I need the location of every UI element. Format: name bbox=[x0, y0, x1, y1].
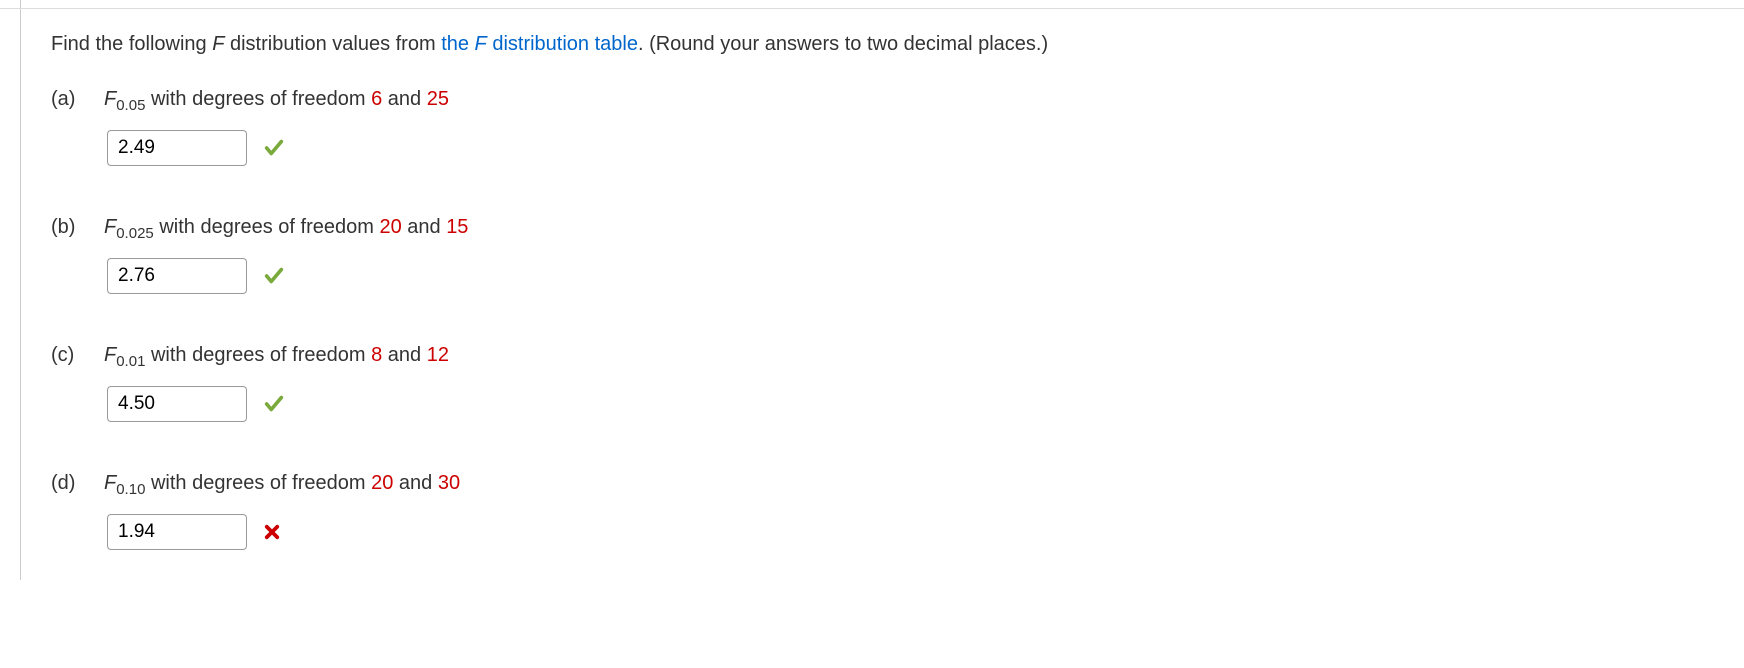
dof-text: with degrees of freedom bbox=[145, 344, 371, 366]
question-a: (a) F0.05 with degrees of freedom 6 and … bbox=[51, 88, 1744, 166]
answer-input-a[interactable] bbox=[107, 130, 247, 166]
f-subscript: 0.025 bbox=[116, 225, 154, 242]
f-subscript: 0.10 bbox=[116, 481, 145, 498]
question-b-prompt: (b) F0.025 with degrees of freedom 20 an… bbox=[51, 216, 1744, 242]
instruction-text: Find the following F distribution values… bbox=[51, 30, 1744, 58]
df2-value: 15 bbox=[446, 216, 468, 238]
f-symbol: F bbox=[104, 88, 116, 110]
df2-value: 12 bbox=[427, 344, 449, 366]
instruction-suffix: . (Round your answers to two decimal pla… bbox=[638, 33, 1048, 55]
and-text: and bbox=[382, 88, 426, 110]
instruction-prefix: Find the following bbox=[51, 33, 212, 55]
f-subscript: 0.05 bbox=[116, 97, 145, 114]
df1-value: 6 bbox=[371, 88, 382, 110]
df2-value: 25 bbox=[427, 88, 449, 110]
part-label-b: (b) bbox=[51, 216, 86, 239]
question-d-prompt: (d) F0.10 with degrees of freedom 20 and… bbox=[51, 472, 1744, 498]
check-icon bbox=[263, 265, 285, 287]
check-icon bbox=[263, 393, 285, 415]
f-symbol: F bbox=[104, 216, 116, 238]
and-text: and bbox=[393, 472, 437, 494]
cross-icon bbox=[263, 523, 281, 541]
and-text: and bbox=[382, 344, 426, 366]
dof-text: with degrees of freedom bbox=[154, 216, 380, 238]
answer-input-d[interactable] bbox=[107, 514, 247, 550]
and-text: and bbox=[402, 216, 446, 238]
df1-value: 20 bbox=[379, 216, 401, 238]
df1-value: 20 bbox=[371, 472, 393, 494]
part-label-c: (c) bbox=[51, 344, 86, 367]
question-c: (c) F0.01 with degrees of freedom 8 and … bbox=[51, 344, 1744, 422]
part-label-d: (d) bbox=[51, 472, 86, 495]
f-distribution-table-link[interactable]: the F distribution table bbox=[441, 33, 638, 55]
question-b: (b) F0.025 with degrees of freedom 20 an… bbox=[51, 216, 1744, 294]
df1-value: 8 bbox=[371, 344, 382, 366]
df2-value: 30 bbox=[438, 472, 460, 494]
answer-input-b[interactable] bbox=[107, 258, 247, 294]
check-icon bbox=[263, 137, 285, 159]
part-label-a: (a) bbox=[51, 88, 86, 111]
question-d: (d) F0.10 with degrees of freedom 20 and… bbox=[51, 472, 1744, 550]
f-symbol: F bbox=[104, 472, 116, 494]
f-subscript: 0.01 bbox=[116, 353, 145, 370]
answer-input-c[interactable] bbox=[107, 386, 247, 422]
dof-text: with degrees of freedom bbox=[145, 88, 371, 110]
f-symbol: F bbox=[104, 344, 116, 366]
question-a-prompt: (a) F0.05 with degrees of freedom 6 and … bbox=[51, 88, 1744, 114]
dof-text: with degrees of freedom bbox=[145, 472, 371, 494]
instruction-mid: distribution values from bbox=[224, 33, 441, 55]
question-c-prompt: (c) F0.01 with degrees of freedom 8 and … bbox=[51, 344, 1744, 370]
instruction-italic-f: F bbox=[212, 33, 224, 55]
